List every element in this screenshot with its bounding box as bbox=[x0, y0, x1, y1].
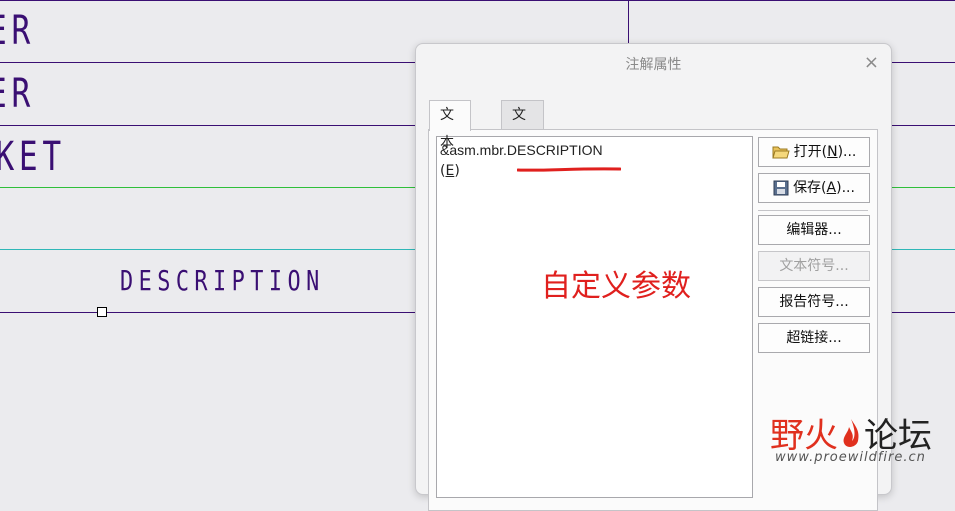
save-button[interactable]: 保存(A)... bbox=[758, 173, 870, 203]
dialog-title: 注解属性 bbox=[625, 57, 682, 73]
annotation-label: 自定义参数 bbox=[541, 269, 691, 304]
drawing-vertical-line bbox=[628, 0, 629, 44]
drawing-row-text: ER bbox=[0, 71, 35, 117]
flame-icon bbox=[843, 419, 859, 447]
open-label: )... bbox=[837, 144, 857, 160]
open-mnemonic: N bbox=[827, 144, 838, 160]
drawing-description-text[interactable]: DESCRIPTION bbox=[120, 264, 325, 297]
drawing-line bbox=[0, 0, 955, 1]
note-text-area[interactable]: &asm.mbr.DESCRIPTION 自定义参数 bbox=[436, 136, 753, 498]
open-label: 打开( bbox=[793, 144, 828, 160]
button-separator bbox=[758, 210, 868, 211]
editor-button[interactable]: 编辑器... bbox=[758, 215, 870, 245]
tab-text-style[interactable]: 文本样式(X) bbox=[501, 100, 544, 235]
close-icon[interactable]: × bbox=[864, 52, 879, 73]
drawing-row-text: CKET bbox=[0, 134, 66, 180]
tab-mnemonic: E bbox=[445, 163, 455, 179]
watermark-url: www.proewildfire.cn bbox=[775, 450, 926, 465]
note-text-content: &asm.mbr.DESCRIPTION bbox=[440, 142, 603, 158]
tab-text[interactable]: 文本(E) bbox=[429, 100, 471, 179]
dialog-titlebar[interactable]: 注解属性 × bbox=[416, 44, 891, 82]
tab-label: ) bbox=[454, 163, 460, 179]
hyperlink-button[interactable]: 超链接... bbox=[758, 323, 870, 353]
save-label: )... bbox=[836, 180, 855, 196]
report-symbol-button[interactable]: 报告符号... bbox=[758, 287, 870, 317]
drawing-row-text: ER bbox=[0, 8, 35, 54]
red-underline-mark bbox=[517, 167, 621, 172]
folder-open-icon bbox=[771, 146, 790, 159]
text-symbol-button[interactable]: 文本符号... bbox=[758, 251, 870, 281]
floppy-disk-icon bbox=[773, 180, 789, 196]
selection-handle[interactable] bbox=[97, 307, 107, 317]
open-button[interactable]: 打开(N)... bbox=[758, 137, 870, 167]
save-mnemonic: A bbox=[826, 180, 837, 196]
save-label: 保存( bbox=[793, 180, 827, 196]
